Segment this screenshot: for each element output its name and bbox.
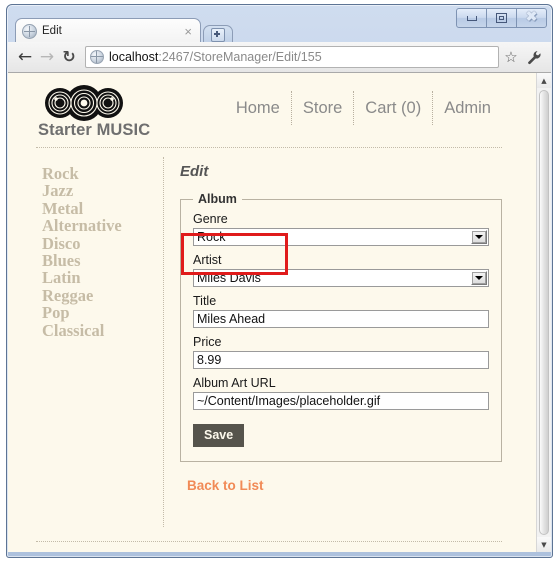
window-controls: ✖ xyxy=(456,8,547,28)
sidebar-item-latin: Latin xyxy=(42,269,160,286)
minimize-button[interactable] xyxy=(456,8,487,28)
vinyl-records-logo-icon xyxy=(38,85,130,121)
field-price: Price xyxy=(193,335,489,369)
nav-item-home[interactable]: Home xyxy=(225,99,291,118)
wrench-icon[interactable] xyxy=(523,46,545,68)
brand-title: Starter MUSIC xyxy=(38,121,151,139)
price-label: Price xyxy=(193,335,222,349)
maximize-button[interactable] xyxy=(486,8,517,28)
close-icon[interactable]: × xyxy=(182,25,194,38)
genre-link-reggae[interactable]: Reggae xyxy=(42,286,93,305)
globe-icon xyxy=(22,23,37,39)
price-input[interactable] xyxy=(193,351,489,369)
save-button[interactable]: Save xyxy=(193,424,245,447)
genre-link-disco[interactable]: Disco xyxy=(42,234,81,253)
minimize-icon xyxy=(466,15,477,21)
footer-divider xyxy=(36,541,502,542)
genre-link-latin[interactable]: Latin xyxy=(42,268,81,287)
sidebar-item-alternative: Alternative xyxy=(42,217,160,234)
genre-sidebar: Rock Jazz Metal Alternative Disco Blues … xyxy=(42,165,160,339)
vertical-scrollbar[interactable]: ▲ ▼ xyxy=(536,73,551,552)
sidebar-item-metal: Metal xyxy=(42,200,160,217)
header-divider xyxy=(36,147,502,148)
sidebar-item-reggae: Reggae xyxy=(42,287,160,304)
field-album-art-url: Album Art URL xyxy=(193,376,489,410)
url-text: localhost:2467/StoreManager/Edit/155 xyxy=(109,50,322,64)
sidebar-item-jazz: Jazz xyxy=(42,182,160,199)
web-page: Starter MUSIC Home Store Cart (0) Admin xyxy=(8,73,536,552)
title-input[interactable] xyxy=(193,310,489,328)
page-body: Rock Jazz Metal Alternative Disco Blues … xyxy=(8,157,536,552)
reload-icon[interactable]: ↻ xyxy=(58,46,80,68)
genre-link-pop[interactable]: Pop xyxy=(42,303,70,322)
tab-strip: Edit × xyxy=(15,18,233,43)
artist-label: Artist xyxy=(193,253,222,267)
genre-link-jazz[interactable]: Jazz xyxy=(42,181,73,200)
genre-list: Rock Jazz Metal Alternative Disco Blues … xyxy=(42,165,160,339)
album-art-url-input[interactable] xyxy=(193,392,489,410)
album-art-url-label: Album Art URL xyxy=(193,376,276,390)
browser-tab-edit[interactable]: Edit × xyxy=(15,18,201,43)
back-icon[interactable]: ← xyxy=(14,46,36,68)
site-header: Starter MUSIC Home Store Cart (0) Admin xyxy=(36,83,512,147)
album-fieldset: Album Genre Rock Artist Miles Davis Titl… xyxy=(180,192,502,462)
genre-label: Genre xyxy=(193,212,228,226)
url-host: localhost xyxy=(109,50,159,64)
genre-link-blues[interactable]: Blues xyxy=(42,251,81,270)
chevron-down-icon[interactable] xyxy=(471,271,487,285)
close-window-icon: ✖ xyxy=(525,10,538,25)
page-title: Edit xyxy=(180,163,209,180)
genre-link-metal[interactable]: Metal xyxy=(42,199,83,218)
sidebar-item-classical: Classical xyxy=(42,321,160,340)
sidebar-item-disco: Disco xyxy=(42,234,160,253)
genre-select[interactable]: Rock xyxy=(193,228,489,246)
maximize-icon xyxy=(496,13,507,23)
scroll-up-button[interactable]: ▲ xyxy=(537,73,551,88)
artist-select-value: Miles Davis xyxy=(197,271,261,285)
tab-title: Edit xyxy=(42,25,62,37)
close-window-button[interactable]: ✖ xyxy=(516,8,547,28)
nav-item-cart[interactable]: Cart (0) xyxy=(354,99,432,118)
forward-icon[interactable]: → xyxy=(36,46,58,68)
title-label: Title xyxy=(193,294,217,308)
sidebar-item-pop: Pop xyxy=(42,304,160,321)
main-content: Edit Album Genre Rock Artist Miles Davis… xyxy=(180,157,502,495)
back-to-list-link[interactable]: Back to List xyxy=(187,478,264,493)
genre-link-alternative[interactable]: Alternative xyxy=(42,216,122,235)
browser-window: Edit × ✖ ← → ↻ localhost:2467/StoreManag… xyxy=(6,4,553,558)
new-tab-button[interactable] xyxy=(203,25,233,43)
main-nav: Home Store Cart (0) Admin xyxy=(225,91,502,125)
field-title: Title xyxy=(193,294,489,328)
site-header-area: Starter MUSIC Home Store Cart (0) Admin xyxy=(8,73,536,148)
genre-link-rock[interactable]: Rock xyxy=(42,164,79,183)
genre-select-value: Rock xyxy=(197,230,226,244)
scrollbar-thumb[interactable] xyxy=(539,90,549,535)
chevron-down-icon[interactable] xyxy=(471,230,487,244)
genre-link-classical[interactable]: Classical xyxy=(42,321,104,340)
field-genre: Genre Rock xyxy=(193,212,489,246)
artist-select[interactable]: Miles Davis xyxy=(193,269,489,287)
scroll-down-button[interactable]: ▼ xyxy=(537,537,551,552)
nav-item-admin[interactable]: Admin xyxy=(433,99,502,118)
field-artist: Artist Miles Davis xyxy=(193,253,489,287)
nav-item-store[interactable]: Store xyxy=(292,99,353,118)
url-path: :2467/StoreManager/Edit/155 xyxy=(158,50,322,64)
sidebar-divider xyxy=(163,157,164,527)
plus-icon xyxy=(211,27,225,42)
title-bar: Edit × ✖ xyxy=(7,5,552,43)
address-bar[interactable]: localhost:2467/StoreManager/Edit/155 xyxy=(85,46,499,68)
sidebar-item-rock: Rock xyxy=(42,165,160,182)
page-globe-icon xyxy=(90,50,104,64)
browser-toolbar: ← → ↻ localhost:2467/StoreManager/Edit/1… xyxy=(8,42,551,73)
bookmark-star-icon[interactable]: ☆ xyxy=(501,47,521,67)
sidebar-item-blues: Blues xyxy=(42,252,160,269)
browser-viewport: Starter MUSIC Home Store Cart (0) Admin xyxy=(8,73,551,552)
fieldset-legend: Album xyxy=(198,192,237,206)
